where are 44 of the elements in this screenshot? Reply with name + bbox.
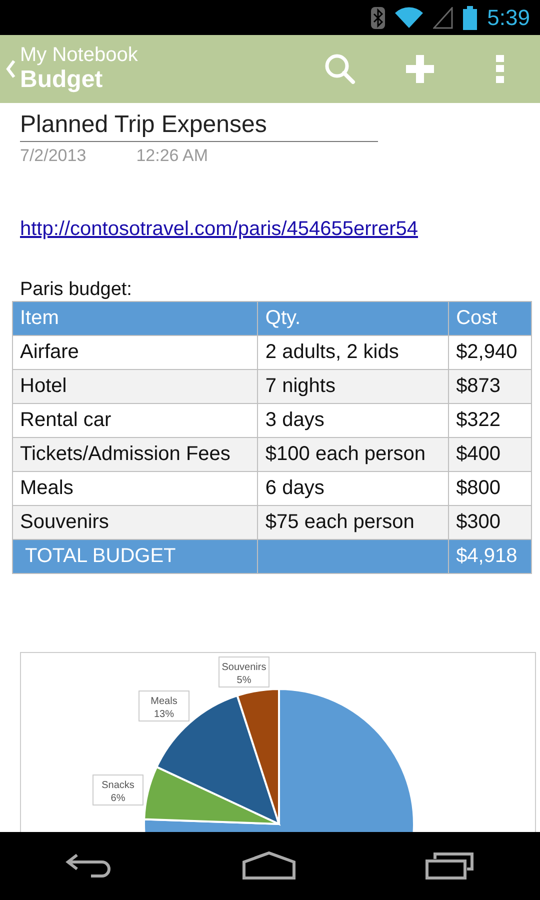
section-title: Budget <box>20 66 104 94</box>
total-label: TOTAL BUDGET <box>12 540 258 574</box>
table-cell: Tickets/Admission Fees <box>12 438 258 472</box>
table-cell: $800 <box>448 472 532 506</box>
home-button[interactable] <box>242 851 296 881</box>
page-date: 7/2/2013 <box>20 146 86 166</box>
data-label: Meals 13% <box>138 690 190 722</box>
table-cell: $100 each person <box>258 438 449 472</box>
column-header: Item <box>12 302 258 336</box>
table-cell: Hotel <box>12 370 258 404</box>
table-cell: $300 <box>448 506 532 540</box>
wifi-icon <box>395 6 424 28</box>
table-cell: $400 <box>448 438 532 472</box>
recent-apps-button[interactable] <box>425 851 476 881</box>
table-cell: Airfare <box>12 336 258 370</box>
web-link[interactable]: http://contosotravel.com/paris/454655errer54 <box>20 218 418 241</box>
bluetooth-icon <box>371 6 386 28</box>
table-cell: $873 <box>448 370 532 404</box>
total-cost: $4,918 <box>448 540 532 574</box>
page-time: 12:26 AM <box>136 146 208 166</box>
notebook-name: My Notebook <box>20 44 138 66</box>
table-cell: $75 each person <box>258 506 449 540</box>
back-icon[interactable] <box>6 59 16 79</box>
table-cell: 7 nights <box>258 370 449 404</box>
plus-icon <box>405 54 435 84</box>
data-label: Snacks 6% <box>92 774 144 806</box>
table-cell: Souvenirs <box>12 506 258 540</box>
data-label: Souvenirs 5% <box>218 656 270 688</box>
clock: 5:39 <box>487 4 530 30</box>
table-caption: Paris budget: <box>20 279 133 301</box>
column-header: Cost <box>448 302 532 336</box>
battery-icon <box>463 6 478 30</box>
signal-icon <box>433 6 454 28</box>
more-icon <box>495 54 505 84</box>
table-cell: 3 days <box>258 404 449 438</box>
table-cell: 6 days <box>258 472 449 506</box>
table-cell: Meals <box>12 472 258 506</box>
column-header: Qty. <box>258 302 449 336</box>
table-cell: 2 adults, 2 kids <box>258 336 449 370</box>
table-cell: $2,940 <box>448 336 532 370</box>
table-cell: $322 <box>448 404 532 438</box>
page-title: Planned Trip Expenses <box>20 111 378 142</box>
table-cell: Rental car <box>12 404 258 438</box>
search-icon <box>324 53 356 85</box>
